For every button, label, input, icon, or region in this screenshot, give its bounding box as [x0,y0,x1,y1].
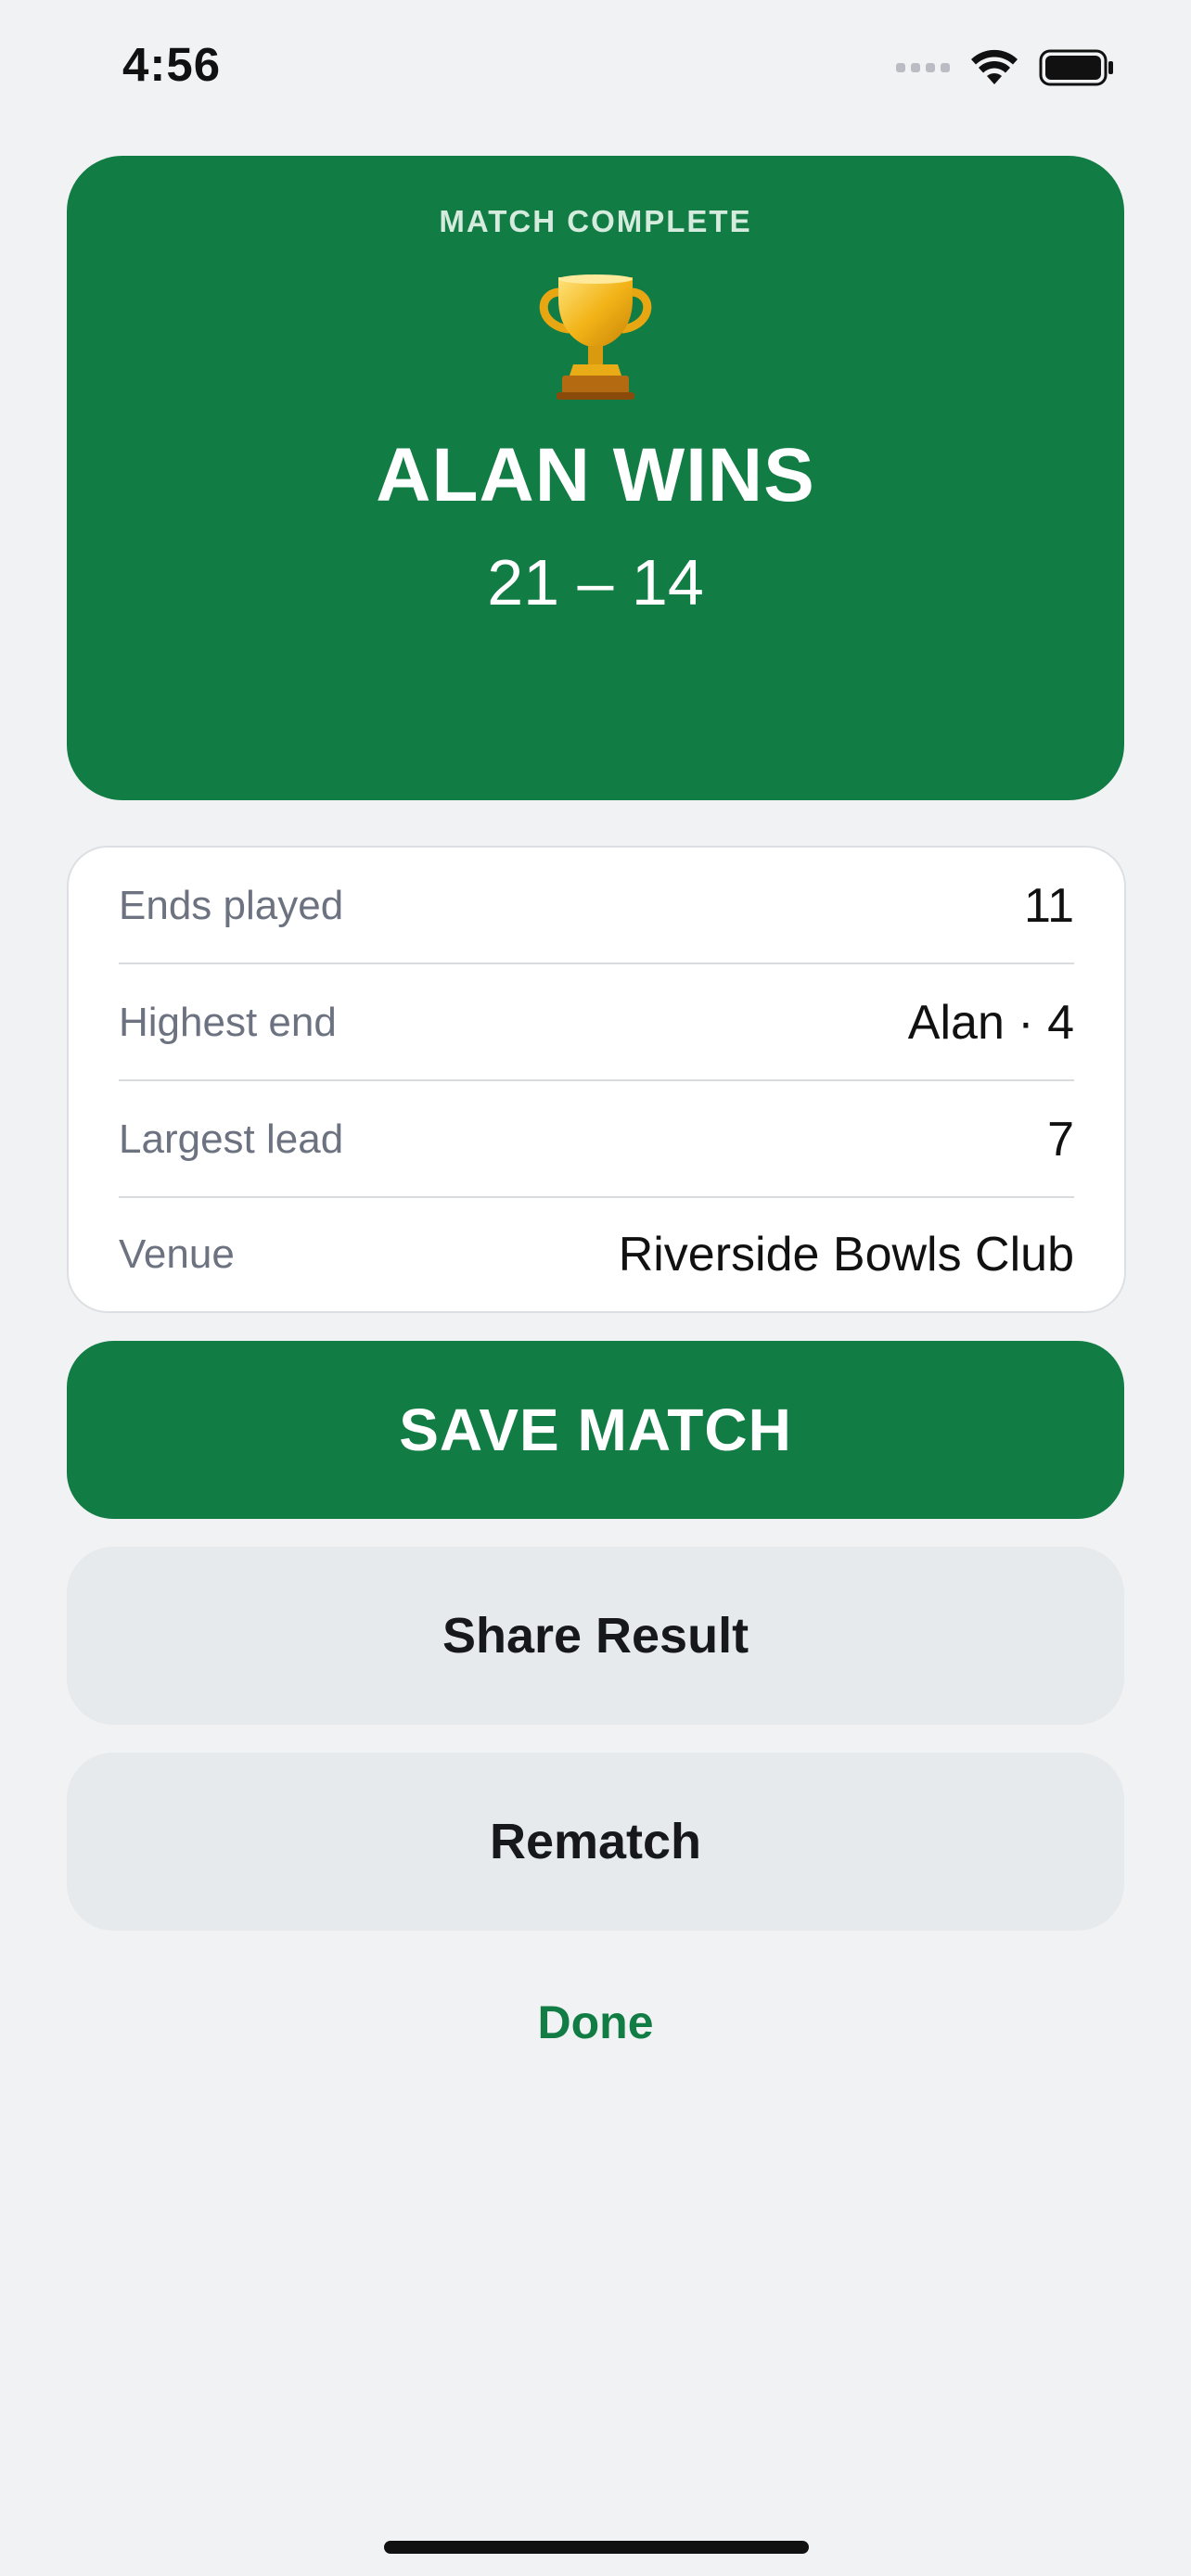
home-indicator[interactable] [384,2541,809,2554]
status-icons [896,45,1115,91]
stat-label: Ends played [119,883,344,928]
rematch-button[interactable]: Rematch [67,1753,1124,1931]
match-stats-card: Ends played 11 Highest end Alan · 4 Larg… [67,846,1126,1313]
final-score: 21 – 14 [487,546,704,618]
stat-label: Venue [119,1231,235,1277]
save-match-button[interactable]: SAVE MATCH [67,1341,1124,1519]
match-complete-label: MATCH COMPLETE [439,204,752,238]
stat-value: 7 [1047,1113,1074,1167]
trophy-icon [539,274,652,400]
stat-row-venue: Venue Riverside Bowls Club [119,1196,1074,1313]
status-time: 4:56 [122,38,222,91]
done-button[interactable]: Done [0,1996,1191,2049]
stat-row-ends-played: Ends played 11 [119,848,1074,964]
status-bar: 4:56 [0,0,1191,139]
cellular-signal-icon [896,63,950,72]
stat-row-largest-lead: Largest lead 7 [119,1081,1074,1198]
winner-title: ALAN WINS [376,433,815,517]
wifi-icon [971,49,1018,84]
stat-value: 11 [1024,879,1074,933]
share-result-button[interactable]: Share Result [67,1547,1124,1725]
stat-label: Largest lead [119,1116,344,1162]
stat-value: Riverside Bowls Club [618,1228,1074,1282]
stat-row-highest-end: Highest end Alan · 4 [119,964,1074,1081]
battery-icon [1039,49,1113,86]
stat-value: Alan · 4 [907,996,1074,1050]
match-result-card: MATCH COMPLETE ALAN WINS 21 – 14 [67,156,1124,800]
stat-label: Highest end [119,1000,337,1045]
